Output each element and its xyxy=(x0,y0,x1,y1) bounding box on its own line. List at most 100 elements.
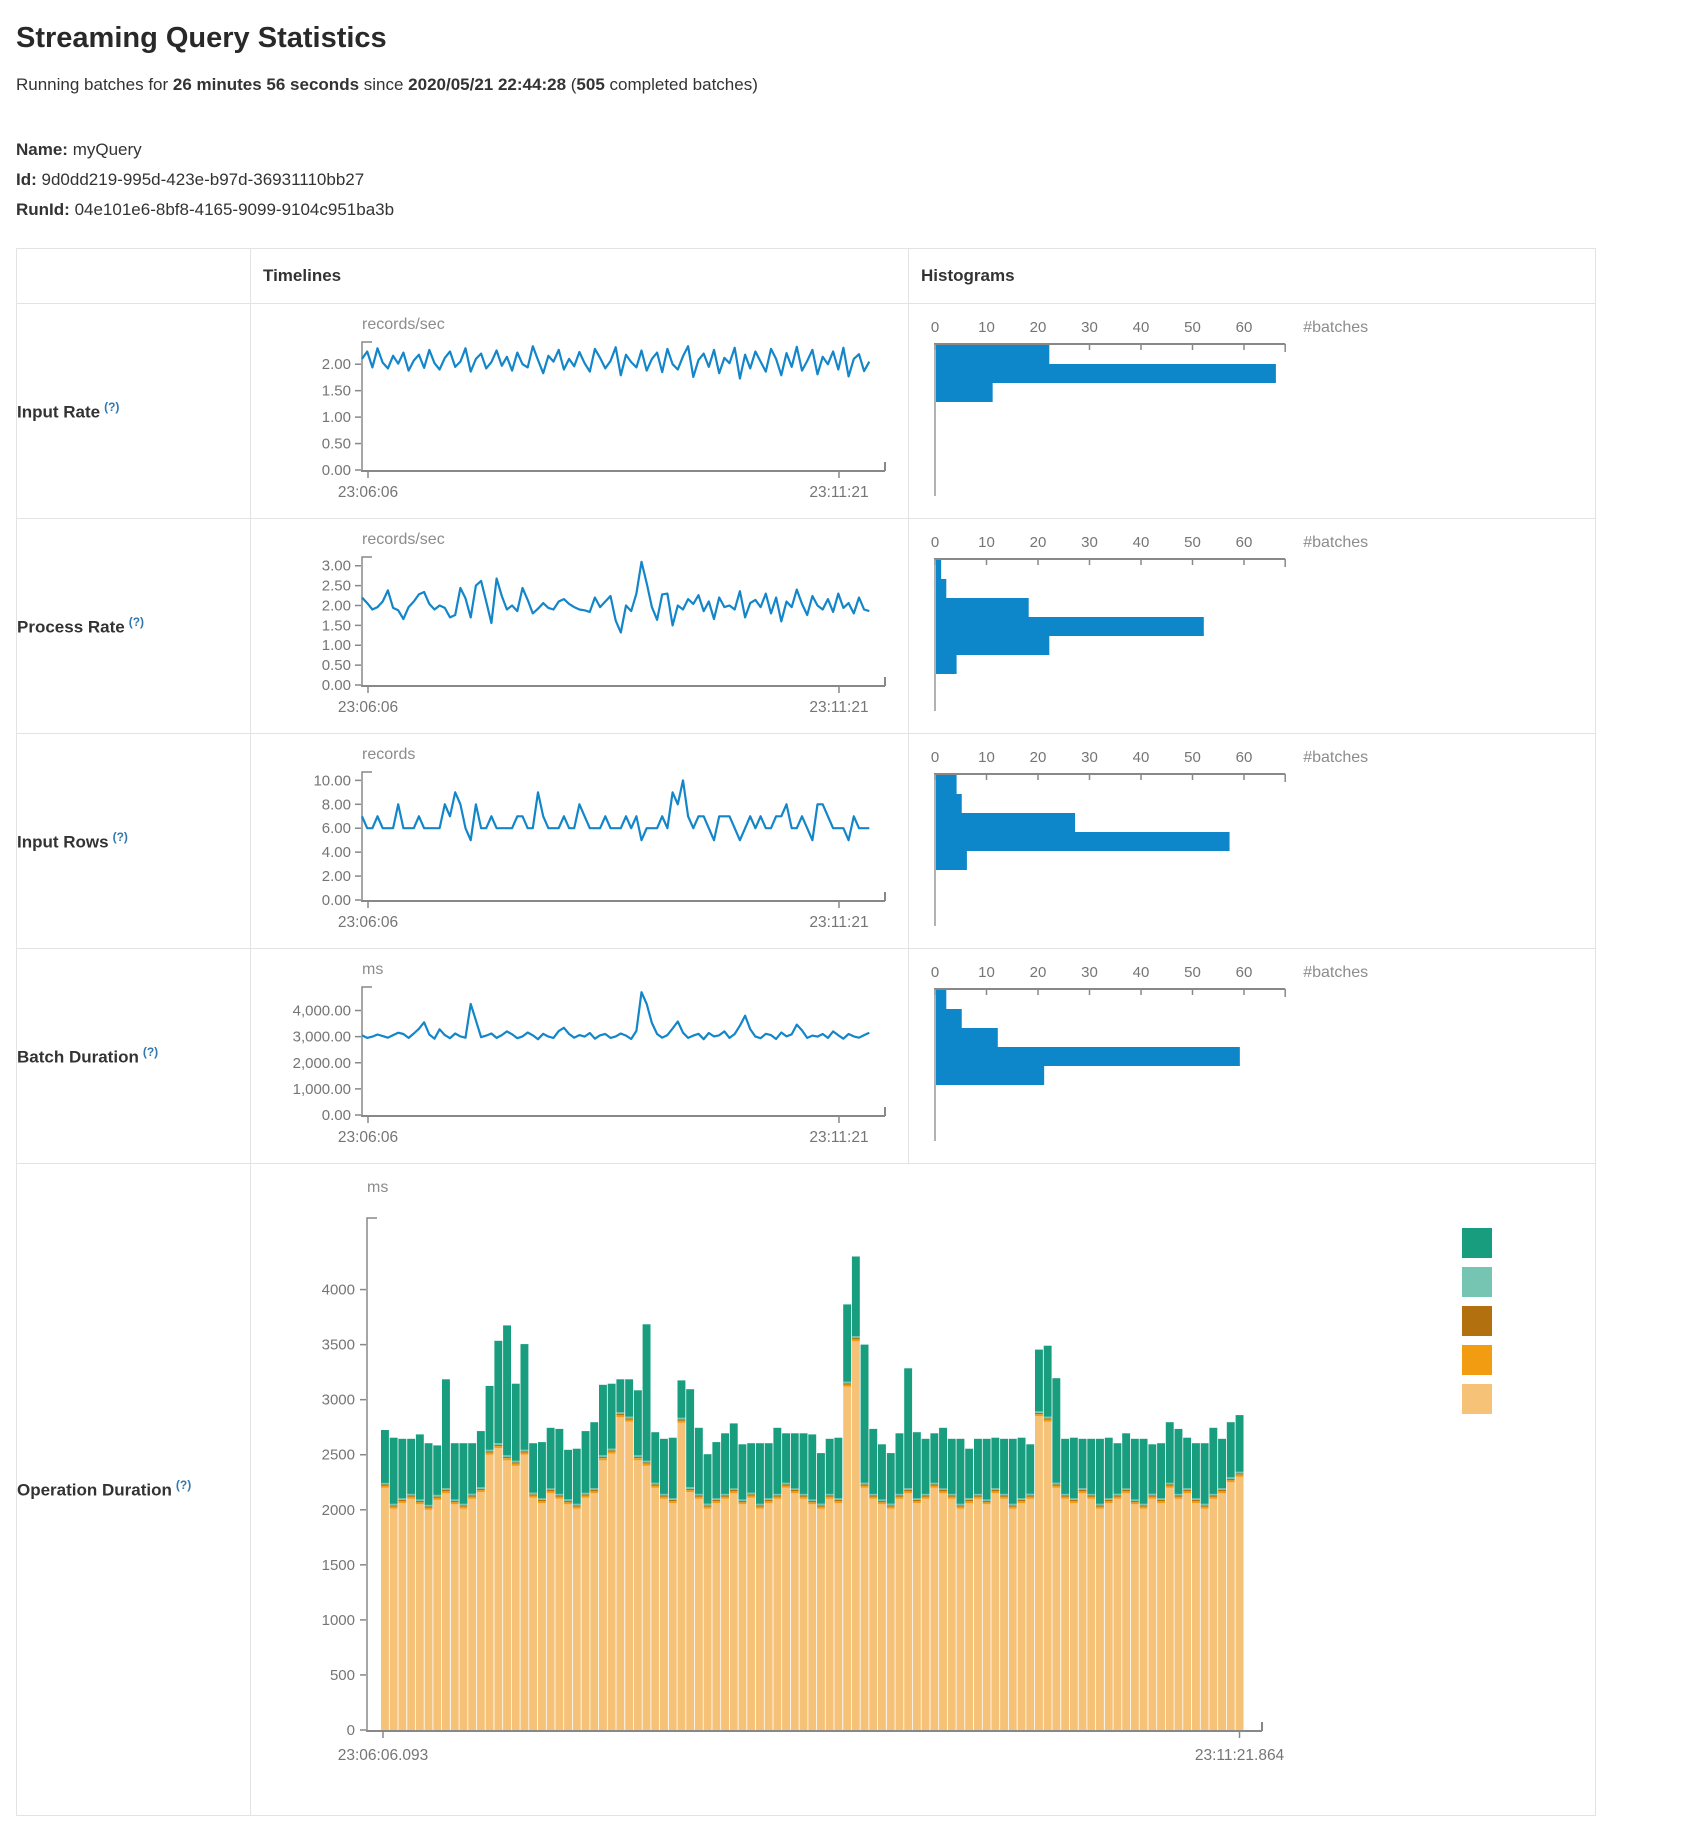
page-title: Streaming Query Statistics xyxy=(16,22,1693,55)
svg-text:1000: 1000 xyxy=(322,1612,355,1629)
svg-text:3.00: 3.00 xyxy=(322,558,351,575)
svg-text:50: 50 xyxy=(1184,964,1201,981)
svg-text:2.50: 2.50 xyxy=(322,578,351,595)
svg-text:2000: 2000 xyxy=(322,1502,355,1519)
svg-text:30: 30 xyxy=(1081,319,1098,336)
svg-text:30: 30 xyxy=(1081,964,1098,981)
svg-text:1.00: 1.00 xyxy=(322,409,351,426)
svg-text:20: 20 xyxy=(1030,534,1047,551)
batch-duration-label-cell: Batch Duration(?) xyxy=(17,949,251,1164)
svg-text:8.00: 8.00 xyxy=(322,797,351,814)
process-rate-timeline-chart: records/sec0.000.501.001.502.002.503.002… xyxy=(257,525,908,725)
svg-text:40: 40 xyxy=(1133,534,1150,551)
svg-text:10.00: 10.00 xyxy=(313,773,351,790)
legend-swatch-4 xyxy=(1462,1384,1492,1414)
process-rate-label-cell: Process Rate (?) xyxy=(17,519,251,734)
input-rows-timeline-chart: records0.002.004.006.008.0010.0023:06:06… xyxy=(257,740,908,940)
process-rate-help-icon[interactable]: (?) xyxy=(129,615,144,629)
statistics-table: Timelines Histograms Input Rate(?) recor… xyxy=(16,248,1596,1816)
batch-duration-row: Batch Duration(?) ms 0.00 1,000.00 2,000.00… xyxy=(17,949,1596,1164)
svg-text:30: 30 xyxy=(1081,749,1098,766)
input-rate-row: Input Rate(?) records/sec0.000.501.001.5… xyxy=(17,304,1596,519)
process-rate-histogram-chart: 0102030405060#batches xyxy=(915,525,1595,725)
svg-text:23:11:21: 23:11:21 xyxy=(809,914,868,931)
input-rows-help-icon[interactable]: (?) xyxy=(113,830,128,844)
svg-text:0.50: 0.50 xyxy=(322,657,351,674)
svg-text:0.00: 0.00 xyxy=(322,1107,351,1124)
svg-text:20: 20 xyxy=(1030,319,1047,336)
input-rate-label: Input Rate xyxy=(17,403,100,422)
input-rate-help-icon[interactable]: (?) xyxy=(104,400,119,414)
svg-text:2500: 2500 xyxy=(322,1447,355,1464)
svg-text:1500: 1500 xyxy=(322,1557,355,1574)
svg-text:#batches: #batches xyxy=(1303,964,1368,981)
svg-text:#batches: #batches xyxy=(1303,749,1368,766)
svg-text:1.50: 1.50 xyxy=(322,383,351,400)
svg-text:1,000.00: 1,000.00 xyxy=(293,1081,351,1098)
svg-text:40: 40 xyxy=(1133,749,1150,766)
legend-swatch-3 xyxy=(1462,1345,1492,1375)
svg-text:2.00: 2.00 xyxy=(322,356,351,373)
page: Streaming Query Statistics Running batch… xyxy=(0,0,1693,1846)
svg-text:500: 500 xyxy=(330,1667,355,1684)
svg-text:#batches: #batches xyxy=(1303,534,1368,551)
svg-text:60: 60 xyxy=(1236,964,1253,981)
operation-duration-chart-cell: ms0500100015002000250030003500400023:06:… xyxy=(251,1164,1596,1816)
operation-duration-help-icon[interactable]: (?) xyxy=(176,1478,191,1492)
batches-close-text: completed batches) xyxy=(605,75,758,94)
running-duration: 26 minutes 56 seconds xyxy=(173,75,359,94)
svg-text:23:06:06.093: 23:06:06.093 xyxy=(338,1747,429,1764)
input-rate-timeline-cell: records/sec0.000.501.001.502.0023:06:062… xyxy=(251,304,909,519)
svg-text:23:11:21: 23:11:21 xyxy=(809,699,868,716)
query-meta: Name: myQuery Id: 9d0dd219-995d-423e-b97… xyxy=(16,135,1693,224)
svg-text:50: 50 xyxy=(1184,319,1201,336)
svg-text:0.00: 0.00 xyxy=(322,677,351,694)
svg-text:3,000.00: 3,000.00 xyxy=(293,1029,351,1046)
input-rate-label-cell: Input Rate (?) xyxy=(17,304,251,519)
runid-value: 04e101e6-8bf8-4165-9099-9104c951ba3b xyxy=(75,200,395,219)
svg-text:ms: ms xyxy=(362,961,383,978)
query-runid-row: RunId: 04e101e6-8bf8-4165-9099-9104c951b… xyxy=(16,195,1693,225)
svg-text:2,000.00: 2,000.00 xyxy=(293,1055,351,1072)
process-rate-histogram-cell: 0102030405060#batches xyxy=(909,519,1596,734)
svg-text:1.00: 1.00 xyxy=(322,637,351,654)
input-rows-timeline-cell: records0.002.004.006.008.0010.0023:06:06… xyxy=(251,734,909,949)
legend-swatch-2 xyxy=(1462,1306,1492,1336)
svg-text:1.50: 1.50 xyxy=(322,618,351,635)
process-rate-row: Process Rate(?) records/sec0.000.501.001… xyxy=(17,519,1596,734)
svg-text:20: 20 xyxy=(1030,964,1047,981)
input-rate-timeline-chart: records/sec0.000.501.001.502.0023:06:062… xyxy=(257,310,908,510)
name-value: myQuery xyxy=(73,140,142,159)
process-rate-timeline-cell: records/sec0.000.501.001.502.002.503.002… xyxy=(251,519,909,734)
svg-text:0.00: 0.00 xyxy=(322,462,351,479)
batch-duration-help-icon[interactable]: (?) xyxy=(143,1045,158,1059)
legend-swatch-1 xyxy=(1462,1267,1492,1297)
svg-text:23:06:06: 23:06:06 xyxy=(338,914,398,931)
query-id-row: Id: 9d0dd219-995d-423e-b97d-36931110bb27 xyxy=(16,165,1693,195)
svg-text:10: 10 xyxy=(978,964,995,981)
operation-duration-label-cell: Operation Duration(?) xyxy=(17,1164,251,1816)
svg-text:40: 40 xyxy=(1133,319,1150,336)
legend-swatch-0 xyxy=(1462,1228,1492,1258)
timelines-header: Timelines xyxy=(251,249,909,304)
svg-text:0: 0 xyxy=(931,964,939,981)
id-label: Id: xyxy=(16,170,37,189)
start-time: 2020/05/21 22:44:28 xyxy=(408,75,566,94)
svg-text:23:06:06: 23:06:06 xyxy=(338,484,398,501)
empty-header-cell xyxy=(17,249,251,304)
svg-text:#batches: #batches xyxy=(1303,319,1368,336)
svg-text:records: records xyxy=(362,746,415,763)
input-rate-histogram-chart: 0102030405060#batches xyxy=(915,310,1595,510)
svg-text:23:11:21.864: 23:11:21.864 xyxy=(1195,1747,1285,1764)
svg-text:23:11:21: 23:11:21 xyxy=(809,484,868,501)
svg-text:10: 10 xyxy=(978,749,995,766)
operation-duration-row: Operation Duration(?) ms0500100015002000… xyxy=(17,1164,1596,1816)
operation-duration-chart: ms0500100015002000250030003500400023:06:… xyxy=(257,1170,1595,1810)
process-rate-label: Process Rate xyxy=(17,618,125,637)
input-rows-row: Input Rows(?) records0.002.004.006.008.0… xyxy=(17,734,1596,949)
svg-text:2.00: 2.00 xyxy=(322,598,351,615)
svg-text:60: 60 xyxy=(1236,534,1253,551)
svg-text:0: 0 xyxy=(347,1722,355,1739)
runid-label: RunId: xyxy=(16,200,70,219)
since-text: since xyxy=(359,75,408,94)
